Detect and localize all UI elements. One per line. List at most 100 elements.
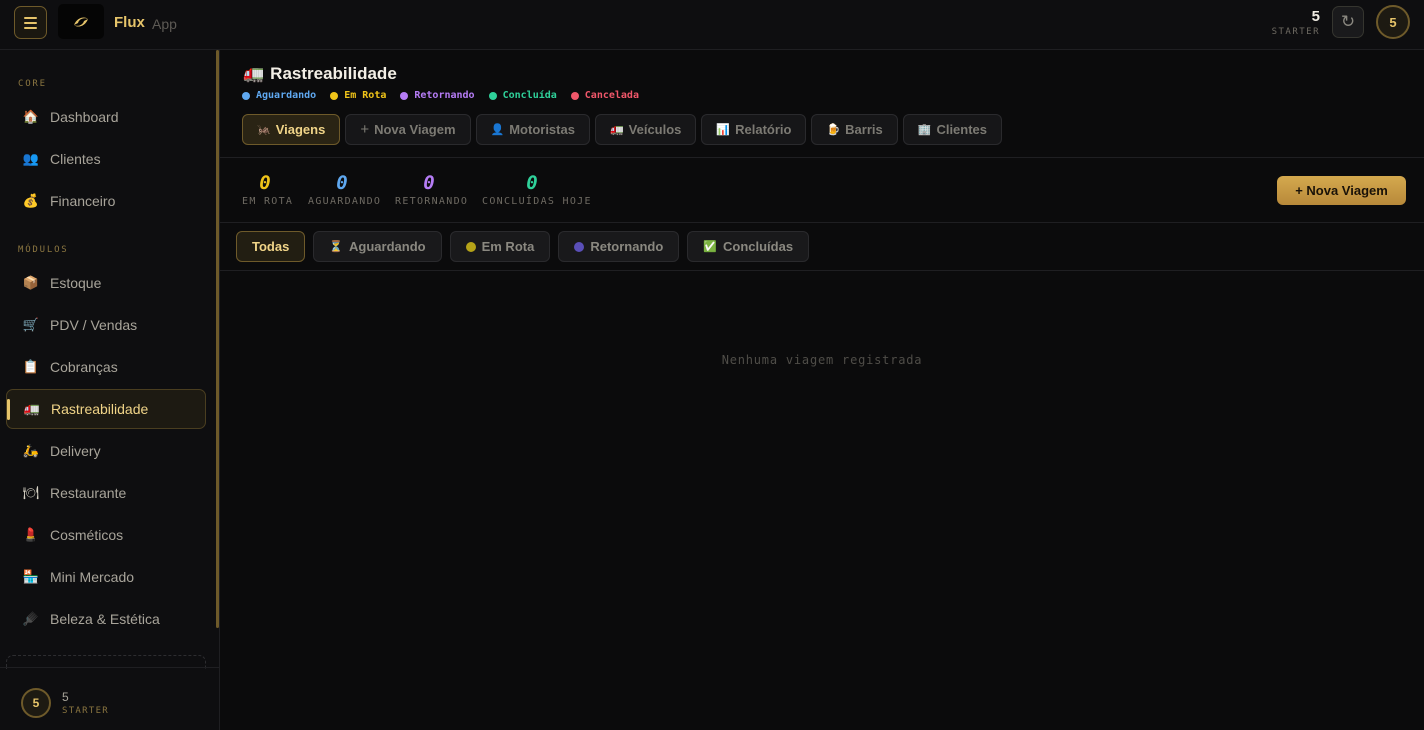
- sidebar-item-cobrancas[interactable]: 📋 Cobranças: [6, 347, 206, 387]
- hamburger-icon-line: [24, 16, 37, 19]
- cart-icon: 🛒: [22, 317, 40, 332]
- legend-item-retornando: Retornando: [400, 90, 475, 101]
- tab-barris[interactable]: 🍺 Barris: [811, 114, 898, 145]
- legend-item-aguardando: Aguardando: [242, 90, 316, 101]
- status-dot: [488, 91, 497, 100]
- avatar[interactable]: 5: [21, 688, 51, 718]
- tab-label: Motoristas: [509, 122, 575, 137]
- legend-item-em-rota: Em Rota: [330, 90, 386, 101]
- new-trip-button[interactable]: + Nova Viagem: [1277, 176, 1406, 205]
- legend-item-concluida: Concluída: [488, 90, 557, 101]
- stats-row: 0 EM ROTA 0 AGUARDANDO 0 RETORNANDO 0 CO…: [220, 158, 1424, 223]
- tab-label: Relatório: [735, 122, 792, 137]
- stat-value: 0: [336, 172, 348, 194]
- yellow-circle-icon: [465, 241, 476, 252]
- sidebar-item-financeiro[interactable]: 💰 Financeiro: [6, 181, 206, 221]
- filter-aguardando[interactable]: ⏳ Aguardando: [313, 231, 442, 262]
- sidebar-item-delivery[interactable]: 🛵 Delivery: [6, 431, 206, 471]
- bar-chart-icon: 📊: [716, 124, 731, 136]
- page-title: 🚛 Rastreabilidade: [243, 64, 397, 84]
- avatar[interactable]: 5: [1376, 5, 1410, 39]
- hamburger-icon-line: [24, 21, 37, 24]
- sidebar-item-label: Financeiro: [50, 193, 116, 209]
- filter-retornando[interactable]: Retornando: [558, 231, 680, 262]
- stat-value: 0: [423, 172, 435, 194]
- purple-circle-icon: [574, 241, 585, 252]
- empty-state-message: Nenhuma viagem registrada: [721, 353, 923, 367]
- store-icon: 🏪: [22, 569, 40, 584]
- stat-label: EM ROTA: [242, 196, 294, 207]
- sidebar-item-label: Mini Mercado: [50, 569, 135, 585]
- section-label-core: CORE: [18, 79, 47, 89]
- refresh-icon: ↻: [1340, 12, 1356, 31]
- user-number: 5: [62, 690, 69, 704]
- tab-nova-viagem[interactable]: + Nova Viagem: [345, 114, 471, 145]
- stat-aguardando: 0 AGUARDANDO: [308, 172, 382, 207]
- sidebar: CORE 🏠 Dashboard 👥 Clientes 💰 Financeiro…: [0, 50, 220, 730]
- status-legend: Aguardando Em Rota Retornando Concluída …: [242, 90, 639, 101]
- legend-item-cancelada: Cancelada: [570, 90, 639, 101]
- truck-icon: 🚛: [243, 64, 265, 83]
- menu-toggle-button[interactable]: [14, 6, 47, 39]
- scooter-icon: 🛵: [22, 443, 40, 458]
- page-header: 🚛 Rastreabilidade Aguardando Em Rota Ret…: [220, 50, 1424, 158]
- tab-clientes[interactable]: 🏢 Clientes: [902, 114, 1003, 145]
- tab-relatorio[interactable]: 📊 Relatório: [701, 114, 807, 145]
- top-bar: Flux App 5 STARTER ↻ 5: [0, 0, 1424, 50]
- tab-motoristas[interactable]: 👤 Motoristas: [475, 114, 590, 145]
- stat-value: 0: [526, 172, 538, 194]
- filter-label: Em Rota: [481, 239, 535, 254]
- tab-label: Barris: [845, 122, 883, 137]
- sidebar-item-beleza-estetica[interactable]: 🪮 Beleza & Estética: [6, 599, 206, 639]
- truck-icon: 🚛: [23, 401, 41, 416]
- sidebar-user-footer[interactable]: 5 5 STARTER: [0, 667, 219, 730]
- refresh-button[interactable]: ↻: [1332, 6, 1364, 38]
- stat-em-rota: 0 EM ROTA: [242, 172, 294, 207]
- legend-label: Cancelada: [584, 90, 639, 101]
- sidebar-item-cosmeticos[interactable]: 💄 Cosméticos: [6, 515, 206, 555]
- status-dot: [570, 91, 579, 100]
- filter-em-rota[interactable]: Em Rota: [449, 231, 551, 262]
- sidebar-item-label: PDV / Vendas: [50, 317, 138, 333]
- tab-veiculos[interactable]: 🚛 Veículos: [594, 114, 697, 145]
- user-number: 5: [1311, 8, 1320, 25]
- status-dot: [330, 91, 339, 100]
- app-logo[interactable]: [58, 4, 104, 39]
- filter-concluidas[interactable]: ✅ Concluídas: [687, 231, 810, 262]
- home-icon: 🏠: [22, 109, 40, 124]
- sidebar-item-clientes[interactable]: 👥 Clientes: [6, 139, 206, 179]
- sidebar-item-label: Delivery: [50, 443, 101, 459]
- page-title-text: Rastreabilidade: [270, 64, 397, 83]
- sidebar-item-restaurante[interactable]: 🍽 Restaurante: [6, 473, 206, 513]
- filter-label: Concluídas: [722, 239, 794, 254]
- sidebar-item-mini-mercado[interactable]: 🏪 Mini Mercado: [6, 557, 206, 597]
- module-tabs: 🦗 Viagens + Nova Viagem 👤 Motoristas 🚛 V…: [242, 114, 1003, 145]
- main-content: 🚛 Rastreabilidade Aguardando Em Rota Ret…: [220, 50, 1424, 730]
- plate-icon: 🍽: [22, 485, 40, 500]
- stat-label: AGUARDANDO: [308, 196, 382, 207]
- status-dot: [242, 91, 250, 100]
- sidebar-scrollbar[interactable]: [216, 50, 219, 628]
- cricket-icon: 🦗: [257, 124, 271, 136]
- tab-viagens[interactable]: 🦗 Viagens: [242, 114, 341, 145]
- filter-label: Retornando: [590, 239, 664, 254]
- filter-todas[interactable]: Todas: [236, 231, 306, 262]
- stat-value: 0: [259, 172, 271, 194]
- stat-retornando: 0 RETORNANDO: [395, 172, 467, 207]
- sidebar-item-label: Cobranças: [50, 359, 118, 375]
- sidebar-item-pdv-vendas[interactable]: 🛒 PDV / Vendas: [6, 305, 206, 345]
- sidebar-item-rastreabilidade[interactable]: 🚛 Rastreabilidade: [6, 389, 206, 429]
- brand-subtitle: App: [152, 16, 177, 32]
- users-icon: 👥: [22, 151, 40, 166]
- legend-label: Aguardando: [256, 90, 317, 101]
- status-dot: [400, 91, 409, 100]
- legend-label: Concluída: [502, 90, 557, 101]
- section-label-modulos: MÓDULOS: [18, 245, 69, 255]
- tab-label: Nova Viagem: [374, 122, 456, 137]
- legend-label: Retornando: [414, 90, 475, 101]
- brand-name: Flux: [114, 14, 145, 31]
- comb-icon: 🪮: [22, 611, 40, 626]
- stat-concluidas-hoje: 0 CONCLUÍDAS HOJE: [482, 172, 591, 207]
- sidebar-item-dashboard[interactable]: 🏠 Dashboard: [6, 97, 206, 137]
- sidebar-item-estoque[interactable]: 📦 Estoque: [6, 263, 206, 303]
